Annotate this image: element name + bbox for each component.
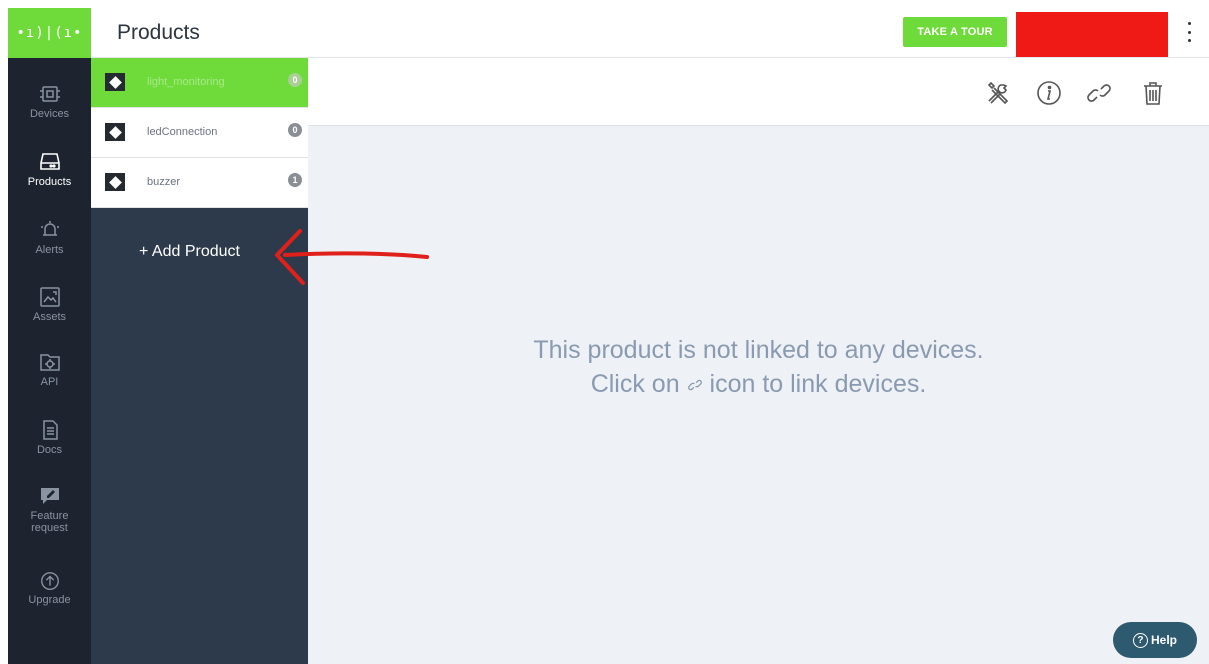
folder-gear-icon bbox=[39, 354, 60, 371]
empty-state-line2: Click on icon to link devices. bbox=[590, 370, 927, 398]
device-count-badge: 0 bbox=[288, 73, 302, 87]
nav-label: Products bbox=[27, 176, 72, 188]
product-icon bbox=[105, 123, 125, 141]
nav-item-feature-request[interactable]: Feature request bbox=[8, 484, 91, 534]
question-icon: ? bbox=[1132, 632, 1148, 648]
nav-item-assets[interactable]: Assets bbox=[8, 285, 91, 323]
product-item-ledconnection[interactable]: ledConnection 0 bbox=[91, 108, 308, 158]
link-icon bbox=[687, 379, 702, 391]
logo[interactable]: •ı)|(ı• bbox=[8, 8, 91, 58]
arrow-up-circle-icon bbox=[40, 572, 59, 590]
add-product-button[interactable]: + Add Product bbox=[139, 243, 240, 261]
image-icon bbox=[39, 287, 60, 307]
nav-label: Feature bbox=[30, 510, 69, 522]
take-a-tour-button[interactable]: TAKE A TOUR bbox=[903, 17, 1007, 47]
help-label: Help bbox=[1150, 633, 1177, 647]
trash-icon[interactable] bbox=[1138, 78, 1168, 108]
nav-label: Devices bbox=[29, 108, 70, 120]
nav-label: API bbox=[40, 376, 59, 388]
help-button[interactable]: ? Help bbox=[1113, 622, 1197, 658]
nav-item-docs[interactable]: Docs bbox=[8, 418, 91, 456]
nav-label: Upgrade bbox=[28, 594, 71, 606]
product-name: buzzer bbox=[147, 176, 181, 188]
nav-label-line2: request bbox=[31, 522, 68, 534]
device-count-badge: 0 bbox=[288, 123, 302, 137]
device-count-badge: 1 bbox=[288, 173, 302, 187]
comment-edit-icon bbox=[40, 488, 59, 504]
nav-item-devices[interactable]: Devices bbox=[8, 82, 91, 120]
redacted-area bbox=[1016, 12, 1168, 57]
nav-rail: Devices Products Alerts Assets API Docs bbox=[8, 58, 91, 664]
more-options-icon[interactable] bbox=[1181, 22, 1197, 42]
nav-label: Docs bbox=[36, 444, 63, 456]
nav-item-api[interactable]: API bbox=[8, 350, 91, 388]
main-content: This product is not linked to any device… bbox=[308, 126, 1209, 664]
nav-item-upgrade[interactable]: Upgrade bbox=[8, 570, 91, 606]
info-icon[interactable] bbox=[1034, 78, 1064, 108]
nav-label: Assets bbox=[32, 311, 66, 323]
nav-item-alerts[interactable]: Alerts bbox=[8, 218, 91, 256]
annotation-arrow bbox=[275, 229, 429, 285]
empty-state-line1: This product is not linked to any device… bbox=[533, 336, 984, 364]
document-icon bbox=[42, 420, 58, 440]
page-title: Products bbox=[117, 21, 200, 44]
product-item-buzzer[interactable]: buzzer 1 bbox=[91, 158, 308, 208]
nav-item-products[interactable]: Products bbox=[8, 150, 91, 188]
top-header: Products TAKE A TOUR bbox=[91, 8, 1209, 58]
product-list-panel: light_monitoring 0 ledConnection 0 buzze… bbox=[91, 58, 308, 664]
product-name: ledConnection bbox=[147, 126, 218, 138]
product-name: light_monitoring bbox=[147, 76, 225, 88]
product-item-light-monitoring[interactable]: light_monitoring 0 bbox=[91, 58, 308, 108]
link-icon[interactable] bbox=[1084, 78, 1114, 108]
bell-icon bbox=[40, 221, 59, 236]
chip-icon bbox=[39, 86, 60, 102]
tools-icon[interactable] bbox=[984, 78, 1014, 108]
drive-icon bbox=[39, 153, 60, 170]
nav-label: Alerts bbox=[35, 244, 64, 256]
empty-state-message: This product is not linked to any device… bbox=[308, 333, 1209, 401]
product-icon bbox=[105, 73, 125, 91]
product-toolbar bbox=[308, 58, 1209, 126]
product-icon bbox=[105, 173, 125, 191]
